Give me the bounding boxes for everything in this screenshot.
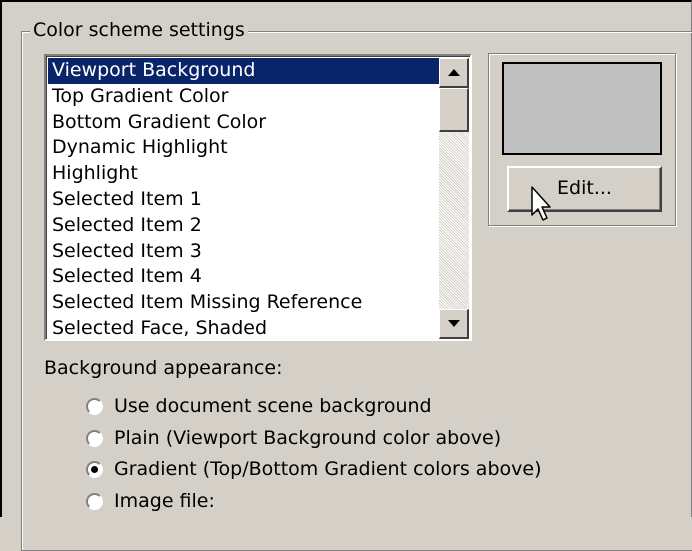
- list-item[interactable]: Selected Item 2: [48, 213, 440, 239]
- list-item[interactable]: Selected Face, Shaded: [48, 316, 440, 339]
- list-item[interactable]: Highlight: [48, 161, 440, 187]
- color-item-listbox[interactable]: Viewport Background Top Gradient Color B…: [44, 54, 472, 341]
- groupbox-title: Color scheme settings: [30, 18, 248, 42]
- radio-document-scene[interactable]: Use document scene background: [86, 392, 432, 420]
- list-item[interactable]: Selected Item 1: [48, 187, 440, 213]
- list-item[interactable]: Selected Item Missing Reference: [48, 290, 440, 316]
- radio-button[interactable]: [86, 429, 103, 447]
- radio-label: Gradient (Top/Bottom Gradient colors abo…: [114, 458, 542, 480]
- vertical-scrollbar[interactable]: [439, 58, 469, 339]
- scroll-down-button[interactable]: [439, 309, 469, 339]
- background-appearance-label: Background appearance:: [44, 357, 283, 379]
- list-item[interactable]: Selected Item 3: [48, 239, 440, 265]
- list-item[interactable]: Top Gradient Color: [48, 84, 440, 110]
- scrollbar-thumb[interactable]: [439, 88, 469, 132]
- radio-button[interactable]: [86, 492, 103, 510]
- radio-plain[interactable]: Plain (Viewport Background color above): [86, 424, 501, 452]
- radio-label: Image file:: [114, 490, 215, 512]
- arrow-down-icon: [447, 320, 460, 327]
- list-item[interactable]: Bottom Gradient Color: [48, 110, 440, 136]
- scroll-up-button[interactable]: [439, 58, 469, 88]
- list-items: Viewport Background Top Gradient Color B…: [48, 58, 440, 339]
- radio-label: Use document scene background: [114, 395, 432, 417]
- radio-image-file[interactable]: Image file:: [86, 487, 215, 515]
- radio-label: Plain (Viewport Background color above): [114, 427, 502, 449]
- color-swatch: [502, 62, 662, 155]
- mouse-pointer-icon: [531, 186, 551, 221]
- list-item[interactable]: Viewport Background: [48, 58, 440, 84]
- list-item[interactable]: Selected Item 4: [48, 264, 440, 290]
- arrow-up-icon: [447, 69, 460, 76]
- radio-button-checked[interactable]: [86, 460, 103, 478]
- radio-gradient[interactable]: Gradient (Top/Bottom Gradient colors abo…: [86, 455, 541, 483]
- list-item[interactable]: Dynamic Highlight: [48, 135, 440, 161]
- radio-button[interactable]: [86, 397, 103, 415]
